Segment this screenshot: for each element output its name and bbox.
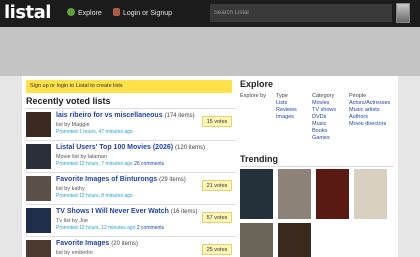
promoted-time: Promoted 12 hours, 12 minutes ago xyxy=(56,225,136,231)
explore-link[interactable]: Authors xyxy=(349,114,390,121)
recent-divider xyxy=(26,108,236,109)
list-item-count: (16 items) xyxy=(170,209,198,215)
list-author: list by emberlin xyxy=(56,250,93,256)
header-band xyxy=(0,27,420,76)
list-title[interactable]: Favorite Images of Binturongs xyxy=(56,176,157,183)
list-item-count: (20 items) xyxy=(111,241,138,247)
explore-column: Category Movies TV shows DVDs Music Books Game… xyxy=(312,93,336,142)
trending-poster[interactable] xyxy=(240,223,273,257)
row-divider xyxy=(26,204,236,205)
explore-heading: Explore xyxy=(240,79,274,89)
recent-lists-heading: Recently voted lists xyxy=(26,96,111,106)
explore-link[interactable]: Actors/Actresses xyxy=(349,100,390,107)
main-content: Sign up or login to Listal to create lis… xyxy=(22,76,398,257)
list-thumbnail[interactable] xyxy=(26,176,51,201)
row-divider xyxy=(26,172,236,173)
explore-column: People Actors/Actresses Music artists Autho… xyxy=(349,93,390,128)
list-meta: Promoted 1 hours, 47 minutes ago xyxy=(56,129,133,135)
search-input[interactable] xyxy=(210,4,378,22)
list-thumbnail[interactable] xyxy=(26,208,51,233)
promoted-time: Promoted 12 hours, 7 minutes ago xyxy=(56,161,133,167)
explore-link[interactable]: Reviews xyxy=(276,107,297,114)
list-item-count: (29 items) xyxy=(159,177,186,183)
explore-link[interactable]: TV shows xyxy=(312,107,336,114)
list-meta: Promoted 12 hours, 12 minutes ago 2 comm… xyxy=(56,225,164,231)
top-bar: listal Explore Login or Signup xyxy=(0,0,420,27)
trending-poster[interactable] xyxy=(278,223,311,257)
trending-poster[interactable] xyxy=(316,169,349,219)
list-author: Tv list by Joe xyxy=(56,218,89,224)
search-button[interactable] xyxy=(378,4,392,22)
explore-link[interactable]: Movies xyxy=(312,100,336,107)
list-row[interactable]: Favorite Images of Binturongs (29 items)… xyxy=(26,175,236,203)
list-title-link[interactable]: Listal Users' Top 100 Movies (2026) (120… xyxy=(56,144,205,151)
votes-badge[interactable]: 21 votes xyxy=(202,180,232,191)
globe-icon xyxy=(67,8,75,16)
list-item-count: (174 items) xyxy=(164,113,195,119)
list-thumbnail[interactable] xyxy=(26,240,51,257)
explore-link[interactable]: Games xyxy=(312,135,336,142)
nav-login-link[interactable]: Login or Signup xyxy=(113,8,172,17)
list-row[interactable]: Favorite Images (20 items) list by emberl… xyxy=(26,239,236,257)
explore-link[interactable]: Images xyxy=(276,114,297,121)
explore-column-head: Type xyxy=(276,93,288,99)
list-title[interactable]: Favorite Images xyxy=(56,240,109,247)
explore-column-head: Category xyxy=(312,93,335,99)
explore-link[interactable]: Music artists xyxy=(349,107,390,114)
list-meta: Promoted 12 hours, 8 minutes ago xyxy=(56,193,133,199)
promoted-time: Promoted 12 hours, 8 minutes ago xyxy=(56,193,133,199)
trending-heading: Trending xyxy=(240,154,278,164)
list-author: list by kathy xyxy=(56,186,85,192)
list-row[interactable]: lais ribeiro for vs miscellaneous (174 i… xyxy=(26,111,236,139)
trending-poster[interactable] xyxy=(354,169,387,219)
list-item-count: (120 items) xyxy=(175,145,206,151)
explore-link[interactable]: Books xyxy=(312,128,336,135)
user-icon xyxy=(113,8,120,16)
list-row[interactable]: Listal Users' Top 100 Movies (2026) (120… xyxy=(26,143,236,171)
explore-column: Type Lists Reviews Images xyxy=(276,93,297,121)
list-title[interactable]: TV Shows I Will Never Ever Watch xyxy=(56,208,169,215)
explore-column-head: People xyxy=(349,93,367,99)
votes-badge[interactable]: 25 votes xyxy=(202,244,232,255)
promoted-time: Promoted 1 hours, 47 minutes ago xyxy=(56,129,133,135)
explore-by-label: Explore by xyxy=(240,93,266,99)
explore-link[interactable]: Music xyxy=(312,121,336,128)
list-title-link[interactable]: Favorite Images of Binturongs (29 items) xyxy=(56,176,186,183)
trending-poster[interactable] xyxy=(240,169,273,219)
row-divider xyxy=(26,236,236,237)
explore-link[interactable]: Movie directors xyxy=(349,121,390,128)
list-thumbnail[interactable] xyxy=(26,112,51,137)
nav-login-label: Login or Signup xyxy=(123,10,173,17)
explore-link[interactable]: Lists xyxy=(276,100,297,107)
list-thumbnail[interactable] xyxy=(26,144,51,169)
votes-badge[interactable]: 57 votes xyxy=(202,212,232,223)
signup-notice[interactable]: Sign up or login to Listal to create lis… xyxy=(26,80,232,93)
row-divider xyxy=(26,140,236,141)
comments-link[interactable]: 26 comments xyxy=(134,161,164,167)
list-row[interactable]: TV Shows I Will Never Ever Watch (16 ite… xyxy=(26,207,236,235)
votes-badge[interactable]: 15 votes xyxy=(202,116,232,127)
comments-link[interactable]: 2 comments xyxy=(137,225,164,231)
list-title-link[interactable]: lais ribeiro for vs miscellaneous (174 i… xyxy=(56,112,195,119)
site-logo[interactable]: listal xyxy=(4,2,51,23)
list-author: list by Maggie xyxy=(56,122,90,128)
list-title[interactable]: Listal Users' Top 100 Movies (2026) xyxy=(56,144,173,151)
list-title[interactable]: lais ribeiro for vs miscellaneous xyxy=(56,112,163,119)
explore-link[interactable]: DVDs xyxy=(312,114,336,121)
list-title-link[interactable]: Favorite Images (20 items) xyxy=(56,240,138,247)
trending-divider xyxy=(240,166,394,167)
nav-explore-label: Explore xyxy=(78,10,102,17)
list-meta: Promoted 12 hours, 7 minutes ago 26 comm… xyxy=(56,161,164,167)
list-author: Movie list by lalaman xyxy=(56,154,108,160)
nav-explore-link[interactable]: Explore xyxy=(67,8,102,17)
trending-poster[interactable] xyxy=(278,169,311,219)
user-avatar[interactable] xyxy=(396,3,410,23)
list-title-link[interactable]: TV Shows I Will Never Ever Watch (16 ite… xyxy=(56,208,198,215)
